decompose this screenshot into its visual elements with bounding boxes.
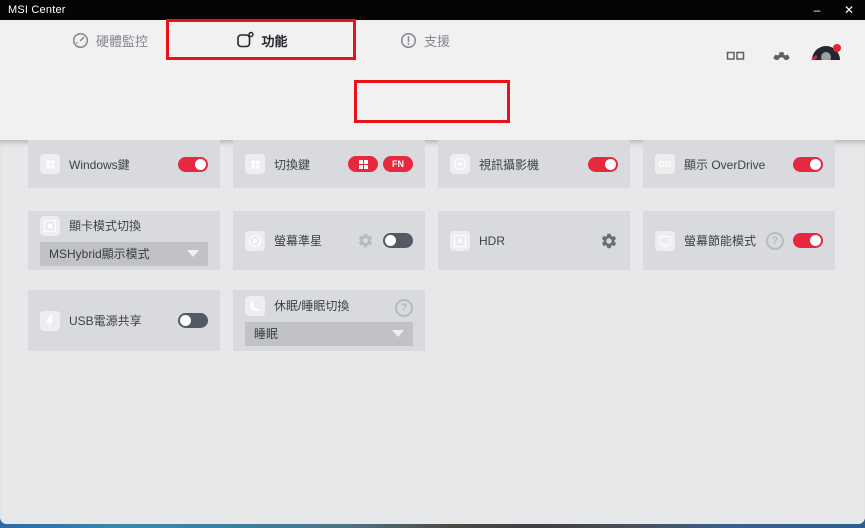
tab-features[interactable]: 功能 xyxy=(202,20,322,60)
tab-label: 硬體監控 xyxy=(96,31,148,50)
webcam-toggle[interactable] xyxy=(588,157,618,172)
notification-dot xyxy=(833,44,841,52)
usb-power-toggle[interactable] xyxy=(178,313,208,328)
card-hibernate-sleep-switch: ? 休眠/睡眠切換 睡眠 xyxy=(233,290,425,351)
tab-label: 支援 xyxy=(424,31,450,50)
msi-center-window: MSI Center – ✕ 硬體監控 功能 xyxy=(0,0,865,524)
hdr-settings-gear-icon[interactable] xyxy=(600,232,618,250)
tab-hardware-monitor[interactable]: 硬體監控 xyxy=(50,20,170,60)
sleep-moon-icon xyxy=(245,296,265,316)
dropdown-value: 睡眠 xyxy=(254,325,278,342)
general-settings-panel: Windows鍵 切換鍵 FN 視訊攝影機 xyxy=(0,140,865,524)
card-label: HDR xyxy=(479,234,591,248)
card-label: 螢幕準星 xyxy=(274,232,348,249)
gpu-mode-dropdown[interactable]: MSHybrid顯示模式 xyxy=(40,242,208,266)
card-gpu-mode-switch: 顯卡模式切換 MSHybrid顯示模式 xyxy=(28,211,220,270)
card-webcam: 視訊攝影機 xyxy=(438,140,630,188)
close-button[interactable]: ✕ xyxy=(833,0,865,20)
features-icon xyxy=(236,31,254,49)
webcam-icon xyxy=(450,154,470,174)
card-screen-eco-mode: 螢幕節能模式 ? xyxy=(643,211,835,270)
window-title: MSI Center xyxy=(0,4,66,16)
card-label: 螢幕節能模式 xyxy=(684,232,757,249)
card-label: 切換鍵 xyxy=(274,156,339,173)
card-switch-key: 切換鍵 FN xyxy=(233,140,425,188)
dropdown-value: MSHybrid顯示模式 xyxy=(49,245,150,262)
switch-key-icon xyxy=(245,154,265,174)
card-hdr: HDR xyxy=(438,211,630,270)
eco-mode-help-icon[interactable]: ? xyxy=(766,232,784,250)
chevron-down-icon xyxy=(187,250,199,257)
key-selector: FN xyxy=(348,156,413,172)
card-label: 顯卡模式切換 xyxy=(69,217,208,234)
windows-key-toggle[interactable] xyxy=(178,157,208,172)
windows-key-badge[interactable] xyxy=(348,156,378,172)
screen: MSI Center – ✕ 硬體監控 功能 xyxy=(0,0,865,528)
card-label: USB電源共享 xyxy=(69,312,169,329)
sleep-help-icon[interactable]: ? xyxy=(395,299,413,317)
card-label: 顯示 OverDrive xyxy=(684,156,784,173)
eco-mode-toggle[interactable] xyxy=(793,233,823,248)
eco-mode-icon xyxy=(655,231,675,251)
overdrive-icon: OD xyxy=(655,154,675,174)
chevron-down-icon xyxy=(392,330,404,337)
card-windows-key: Windows鍵 xyxy=(28,140,220,188)
sub-nav: 電競模式 使用情境 一般設定 xyxy=(0,60,865,140)
fn-key-badge[interactable]: FN xyxy=(383,156,413,172)
crosshair-settings-gear-icon[interactable] xyxy=(357,232,374,249)
support-icon xyxy=(400,32,417,49)
windows-logo-icon xyxy=(359,160,368,169)
card-label: 視訊攝影機 xyxy=(479,156,579,173)
card-label: 休眠/睡眠切換 xyxy=(274,297,413,314)
main-nav: 硬體監控 功能 支援 xyxy=(0,20,865,60)
minimize-button[interactable]: – xyxy=(801,0,833,20)
titlebar: MSI Center – ✕ xyxy=(0,0,865,20)
hdr-icon xyxy=(450,231,470,251)
gpu-mode-icon xyxy=(40,216,60,236)
card-usb-power-share: USB電源共享 xyxy=(28,290,220,351)
gauge-icon xyxy=(72,32,89,49)
crosshair-toggle[interactable] xyxy=(383,233,413,248)
windows-key-icon xyxy=(40,154,60,174)
overdrive-toggle[interactable] xyxy=(793,157,823,172)
crosshair-icon xyxy=(245,231,265,251)
card-screen-crosshair: 螢幕準星 xyxy=(233,211,425,270)
tab-support[interactable]: 支援 xyxy=(365,20,485,60)
card-display-overdrive: OD 顯示 OverDrive xyxy=(643,140,835,188)
tab-label: 功能 xyxy=(261,31,287,50)
sleep-mode-dropdown[interactable]: 睡眠 xyxy=(245,322,413,346)
usb-power-icon xyxy=(40,311,60,331)
card-label: Windows鍵 xyxy=(69,156,169,173)
